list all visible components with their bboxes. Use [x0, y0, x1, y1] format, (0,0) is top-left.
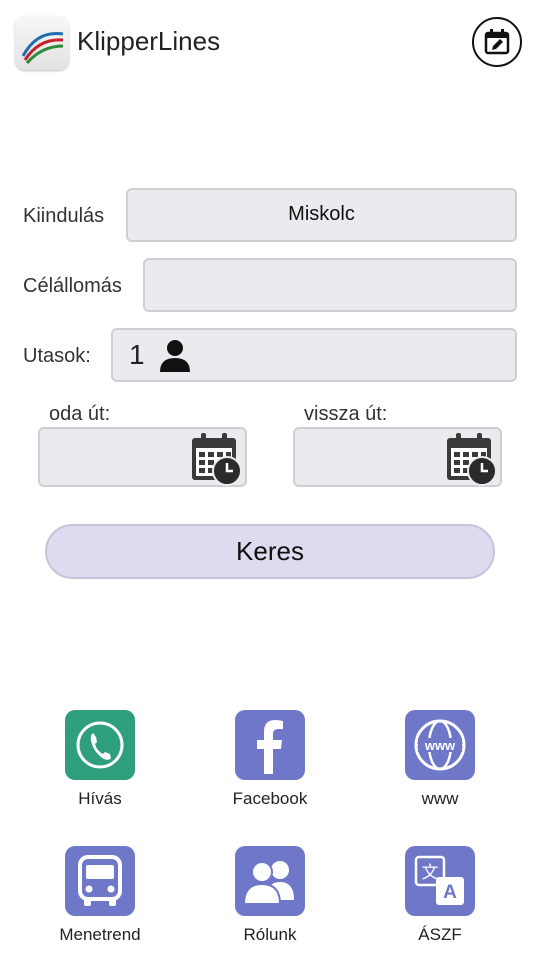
tile-www-label: www: [421, 789, 459, 808]
passengers-count: 1: [129, 339, 145, 370]
calendar-clock-icon: [187, 432, 243, 491]
facebook-icon: [235, 710, 305, 780]
to-field[interactable]: [143, 258, 517, 312]
tile-facebook[interactable]: Facebook: [195, 710, 345, 809]
return-date-field[interactable]: [293, 427, 502, 487]
tile-timetable[interactable]: Menetrend: [25, 846, 175, 945]
outbound-label: oda út:: [49, 403, 111, 425]
passengers-label: Utasok:: [23, 345, 91, 367]
from-label: Kiindulás: [23, 205, 105, 227]
tile-timetable-label: Menetrend: [59, 925, 141, 944]
from-field[interactable]: Miskolc: [126, 188, 517, 242]
from-value: Miskolc: [288, 203, 355, 225]
edit-calendar-button[interactable]: [472, 17, 522, 67]
svg-text:A: A: [443, 882, 457, 903]
phone-icon: [65, 710, 135, 780]
tile-terms[interactable]: 文 A ÁSZF: [365, 846, 515, 945]
svg-text:www: www: [424, 738, 456, 753]
tile-facebook-label: Facebook: [232, 789, 308, 808]
app-logo: [15, 16, 69, 70]
passengers-field[interactable]: 1: [111, 328, 517, 382]
tile-about-label: Rólunk: [243, 925, 297, 944]
tile-call-label: Hívás: [78, 789, 122, 808]
people-icon: [235, 846, 305, 916]
tile-call[interactable]: Hívás: [25, 710, 175, 809]
calendar-clock-icon: [442, 432, 498, 491]
to-label: Célállomás: [23, 275, 122, 297]
globe-icon: www: [405, 710, 475, 780]
search-button[interactable]: Keres: [45, 524, 495, 579]
svg-text:文: 文: [422, 863, 439, 883]
outbound-date-field[interactable]: [38, 427, 247, 487]
tile-about[interactable]: Rólunk: [195, 846, 345, 945]
return-label: vissza út:: [304, 403, 388, 425]
tile-terms-label: ÁSZF: [418, 925, 462, 944]
person-icon: [159, 339, 191, 378]
translate-icon: 文 A: [405, 846, 475, 916]
calendar-edit-icon: [484, 29, 510, 55]
tile-www[interactable]: www www: [365, 710, 515, 809]
bus-icon: [65, 846, 135, 916]
app-title: KlipperLines: [77, 26, 221, 56]
